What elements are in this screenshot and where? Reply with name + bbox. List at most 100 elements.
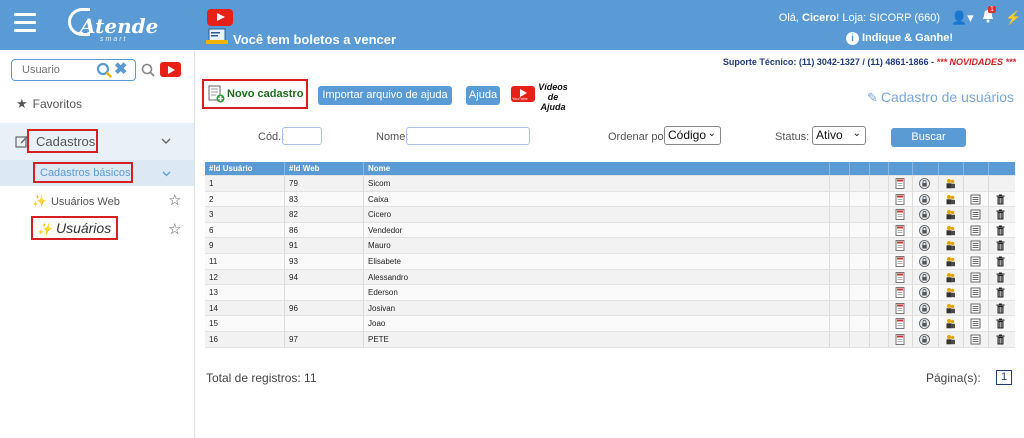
page-number[interactable]: 1: [996, 370, 1012, 385]
users-icon[interactable]: [945, 240, 956, 251]
trash-icon[interactable]: [995, 256, 1006, 267]
lock-icon[interactable]: [919, 209, 930, 221]
trash-icon[interactable]: [995, 318, 1006, 329]
user-menu-icon[interactable]: 👤▾: [951, 10, 974, 26]
list-icon[interactable]: [970, 318, 981, 329]
table-row[interactable]: 6 86 Vendedor: [205, 222, 1015, 239]
boleto-alert-text[interactable]: Você tem boletos a vencer: [233, 32, 396, 47]
sidebar-item-usuarios[interactable]: ✨ Usuários: [31, 216, 118, 240]
ordenar-select[interactable]: Código ⌄: [664, 126, 721, 145]
document-icon[interactable]: [895, 209, 906, 221]
ajuda-button[interactable]: Ajuda: [466, 86, 500, 105]
lock-icon[interactable]: [919, 240, 930, 252]
list-icon[interactable]: [970, 194, 981, 205]
favorite-star-icon[interactable]: ☆: [168, 220, 181, 238]
trash-icon[interactable]: [995, 334, 1006, 345]
novo-cadastro-button[interactable]: Novo cadastro: [202, 79, 308, 109]
status-select[interactable]: Ativo ⌄: [812, 126, 866, 145]
table-row[interactable]: 9 91 Mauro: [205, 238, 1015, 254]
list-icon[interactable]: [970, 303, 981, 314]
column-header-nome[interactable]: Nome: [364, 162, 830, 175]
list-icon[interactable]: [970, 272, 981, 283]
document-icon[interactable]: [895, 302, 906, 314]
lock-icon[interactable]: [919, 256, 930, 267]
trash-icon[interactable]: [995, 303, 1006, 314]
youtube-icon: YouTube: [511, 86, 535, 102]
trash-icon[interactable]: [995, 209, 1006, 220]
importar-ajuda-button[interactable]: Importar arquivo de ajuda: [318, 86, 452, 105]
users-icon[interactable]: [945, 318, 956, 329]
nome-input[interactable]: [406, 127, 530, 145]
hamburger-menu-icon[interactable]: [14, 13, 36, 33]
users-icon[interactable]: [945, 272, 956, 283]
table-row[interactable]: 2 83 Caixa: [205, 191, 1015, 208]
table-row[interactable]: 15 Joao: [205, 316, 1015, 332]
sidebar-label-cadastros[interactable]: Cadastros: [27, 129, 98, 153]
table-row[interactable]: 13 Ederson: [205, 285, 1015, 301]
novidades-link[interactable]: *** NOVIDADES ***: [936, 57, 1016, 67]
document-icon[interactable]: [895, 318, 906, 330]
clear-search-icon[interactable]: ✖: [114, 61, 127, 78]
document-icon[interactable]: [895, 271, 906, 283]
lock-icon[interactable]: [919, 271, 930, 283]
document-icon[interactable]: [895, 287, 906, 299]
trash-icon[interactable]: [995, 272, 1006, 283]
youtube-icon[interactable]: [207, 9, 233, 26]
document-icon[interactable]: [895, 334, 906, 345]
table-row[interactable]: 1 79 Sicom: [205, 176, 1015, 192]
list-icon[interactable]: [970, 256, 981, 267]
table-row[interactable]: 11 93 Elisabete: [205, 253, 1015, 270]
sidebar-item-favoritos[interactable]: ★ Favoritos: [16, 96, 82, 112]
sidebar-label-cadastros-basicos[interactable]: Cadastros básicos: [33, 162, 133, 183]
users-icon[interactable]: [945, 303, 956, 314]
users-icon[interactable]: [945, 256, 956, 267]
app-logo[interactable]: Atende smart: [68, 6, 158, 44]
list-icon[interactable]: [970, 240, 981, 251]
column-header-id-web[interactable]: #Id Web: [285, 162, 364, 175]
list-icon[interactable]: [970, 287, 981, 298]
search-icon[interactable]: [96, 62, 112, 78]
trash-icon[interactable]: [995, 240, 1006, 251]
document-icon[interactable]: [895, 178, 906, 189]
cod-input[interactable]: [282, 127, 322, 145]
bolt-icon[interactable]: ⚡: [1005, 10, 1021, 26]
document-icon[interactable]: [895, 256, 906, 267]
lock-icon[interactable]: [919, 302, 930, 314]
document-icon[interactable]: [895, 240, 906, 252]
table-row[interactable]: 3 82 Cicero: [205, 207, 1015, 223]
search-input[interactable]: [16, 62, 94, 78]
lock-icon[interactable]: [919, 334, 930, 345]
document-icon[interactable]: [895, 224, 906, 236]
buscar-button[interactable]: Buscar: [891, 128, 966, 147]
list-icon[interactable]: [970, 225, 981, 236]
users-icon[interactable]: [945, 334, 956, 345]
chevron-down-icon[interactable]: [161, 136, 171, 146]
document-icon[interactable]: [895, 193, 906, 205]
favorite-star-icon[interactable]: ☆: [168, 191, 181, 209]
lock-icon[interactable]: [919, 287, 930, 299]
trash-icon[interactable]: [995, 194, 1006, 205]
videos-ajuda-button[interactable]: YouTube Vídeos de Ajuda: [509, 81, 569, 112]
list-icon[interactable]: [970, 334, 981, 345]
users-icon[interactable]: [945, 194, 956, 205]
sidebar-item-usuarios-web[interactable]: ✨ Usuários Web: [32, 194, 120, 208]
table-row[interactable]: 12 94 Alessandro: [205, 269, 1015, 286]
users-icon[interactable]: [945, 287, 956, 298]
trash-icon[interactable]: [995, 225, 1006, 236]
users-icon[interactable]: [945, 209, 956, 220]
lock-icon[interactable]: [919, 224, 930, 236]
youtube-icon[interactable]: [160, 62, 181, 77]
users-icon[interactable]: [945, 225, 956, 236]
table-row[interactable]: 16 97 PETE: [205, 331, 1015, 348]
magnifier-icon[interactable]: [141, 63, 155, 77]
indique-ganhe-link[interactable]: i Indique & Ganhe!: [846, 32, 953, 45]
lock-icon[interactable]: [919, 193, 930, 205]
trash-icon[interactable]: [995, 287, 1006, 298]
table-row[interactable]: 14 96 Josivan: [205, 300, 1015, 317]
users-icon[interactable]: [945, 178, 956, 189]
lock-icon[interactable]: [919, 178, 930, 189]
chevron-down-icon[interactable]: [162, 169, 171, 178]
column-header-id-usuario[interactable]: #Id Usuário: [205, 162, 285, 175]
lock-icon[interactable]: [919, 318, 930, 330]
list-icon[interactable]: [970, 209, 981, 220]
